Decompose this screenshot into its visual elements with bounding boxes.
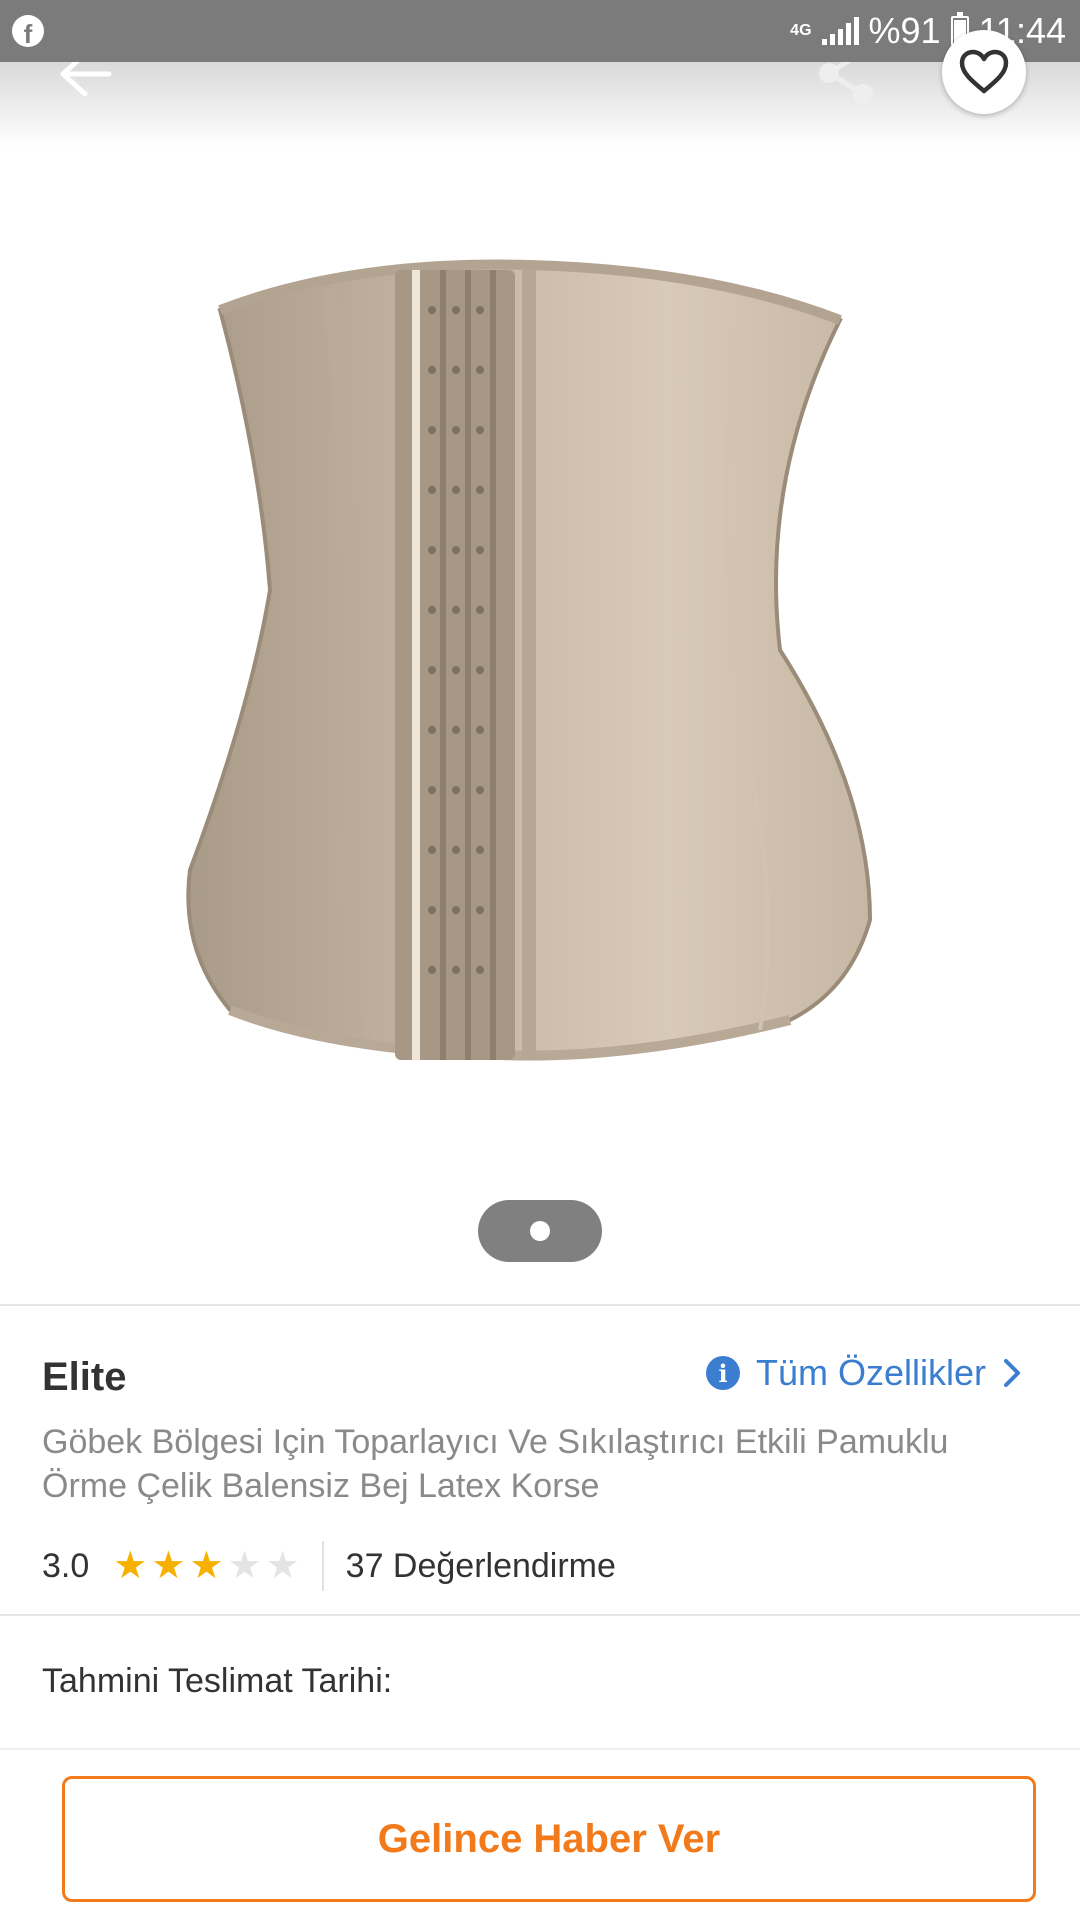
all-specs-label: Tüm Özellikler (756, 1352, 987, 1393)
star-icon: ★ (265, 1545, 300, 1587)
image-pager (478, 1200, 602, 1262)
chevron-right-icon (1004, 1359, 1021, 1387)
star-icon: ★ (113, 1545, 148, 1587)
all-specs-link[interactable]: i Tüm Özellikler (706, 1352, 1022, 1394)
rating-value: 3.0 (42, 1546, 90, 1585)
star-icon: ★ (151, 1545, 186, 1587)
favorite-button[interactable] (942, 30, 1026, 114)
info-icon: i (706, 1356, 740, 1390)
star-rating: ★ ★ ★ ★ ★ (113, 1547, 299, 1585)
network-type: 4G (790, 22, 812, 39)
product-detail-page: f 4G %91 11:44 Elite i Tüm Özellikler Gö… (0, 0, 1080, 1920)
heart-outline-icon (959, 49, 1009, 94)
notify-me-button[interactable]: Gelince Haber Ver (62, 1776, 1036, 1902)
status-bar: f 4G %91 11:44 (0, 0, 1080, 62)
bottom-action-bar: Gelince Haber Ver (0, 1748, 1080, 1920)
facebook-icon: f (12, 15, 44, 47)
brand-name[interactable]: Elite (42, 1355, 126, 1400)
review-count[interactable]: 37 Değerlendirme (346, 1547, 616, 1586)
divider (0, 1304, 1080, 1306)
app-bar (0, 62, 1080, 147)
signal-icon (821, 17, 859, 45)
product-image[interactable] (150, 230, 910, 1100)
product-title: Göbek Bölgesi Için Toparlayıcı Ve Sıkıla… (42, 1423, 949, 1505)
pager-dot-active (530, 1221, 550, 1241)
estimated-delivery-label: Tahmini Teslimat Tarihi: (42, 1662, 393, 1700)
star-icon: ★ (227, 1545, 262, 1587)
battery-percent: %91 (868, 10, 941, 51)
rating-row[interactable]: 3.0 ★ ★ ★ ★ ★ 37 Değerlendirme (42, 1540, 616, 1592)
divider (0, 1614, 1080, 1616)
star-icon: ★ (189, 1545, 224, 1587)
divider (321, 1541, 324, 1591)
